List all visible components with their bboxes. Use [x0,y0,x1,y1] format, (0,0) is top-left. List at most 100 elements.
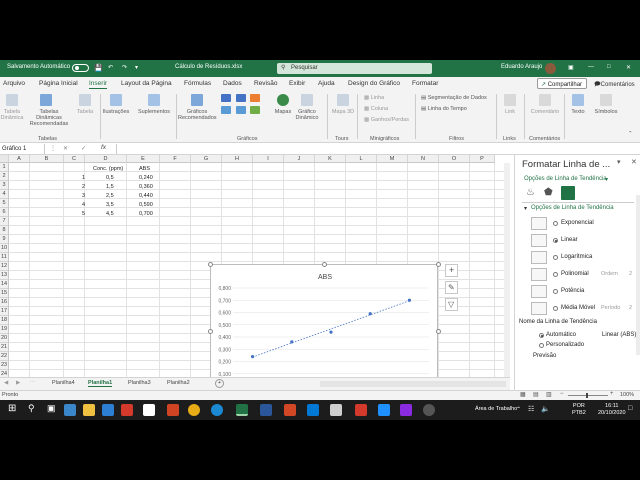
scatter-chart-icon[interactable] [250,106,260,114]
pane-options-icon[interactable]: ▾ [617,158,621,166]
options-icon[interactable]: ⋮ [50,145,56,152]
period-value[interactable]: 2 [629,305,632,311]
recommended-charts-icon[interactable] [191,94,203,106]
option-logarithmic[interactable]: Logarítmica [561,254,592,260]
cell-abs[interactable]: 0,700 [139,211,153,217]
addins-button[interactable]: Suplementos [136,109,172,115]
recommended-charts-button[interactable]: Gráficos Recomendados [178,109,217,121]
trendline-linear[interactable] [252,300,410,358]
zoom-in-icon[interactable]: + [610,391,614,397]
column-header-J[interactable]: J [284,155,315,163]
column-header-F[interactable]: F [160,155,191,163]
autosave-toggle[interactable] [72,64,89,72]
3d-map-icon[interactable] [337,94,349,106]
add-sheet-icon[interactable]: + [215,379,224,388]
radio-automatic[interactable] [539,333,544,338]
column-header-D[interactable]: D [85,155,127,163]
column-header-I[interactable]: I [253,155,284,163]
file-explorer-icon[interactable] [83,404,95,416]
hierarchy-chart-icon[interactable] [236,94,246,102]
column-header-B[interactable]: B [30,155,64,163]
data-point[interactable] [251,355,255,359]
sheet-scroll-right-icon[interactable]: ▶ [16,380,20,386]
windows-start-icon[interactable]: ⊞ [8,403,16,414]
powerpoint-icon[interactable] [284,404,296,416]
column-header-C[interactable]: C [64,155,85,163]
resize-handle[interactable] [208,329,213,334]
cell-abs-header[interactable]: ABS [139,166,150,172]
row-header-9[interactable]: 9 [0,235,9,244]
pie-chart-icon[interactable] [250,94,260,102]
outlook-icon[interactable] [307,404,319,416]
sparkline-winloss-button[interactable]: ▩ Ganhos/Perdas [364,117,409,123]
row-header-2[interactable]: 2 [0,172,9,181]
radio-linear[interactable] [553,238,558,243]
save-icon[interactable]: 💾 [94,64,103,72]
chart-trendline[interactable] [252,300,410,358]
network-icon[interactable]: ☷ [528,405,534,413]
row-header-18[interactable]: 18 [0,316,9,325]
column-header-L[interactable]: L [346,155,377,163]
column-chart-icon[interactable] [221,94,231,102]
acrobat-icon[interactable] [355,404,367,416]
volume-icon[interactable]: 🔈 [541,405,550,413]
column-header-K[interactable]: K [315,155,346,163]
effects-icon[interactable]: ⬟ [544,187,553,198]
column-header-M[interactable]: M [377,155,408,163]
avatar[interactable] [545,63,556,74]
pane-subtitle[interactable]: Opções de Linha de Tendência [524,176,607,182]
option-automatic[interactable]: Automático [546,332,576,338]
chart-filters-button[interactable]: ▽ [445,298,458,311]
tab-inserir[interactable]: Inserir [89,80,108,89]
comment-button[interactable]: Comentário [528,109,562,115]
word-icon[interactable] [260,404,272,416]
fx-button[interactable]: fx [101,144,106,151]
tab-ajuda[interactable]: Ajuda [318,80,335,87]
radio-power[interactable] [553,289,558,294]
enter-icon[interactable]: ✓ [81,145,86,152]
resize-handle[interactable] [436,329,441,334]
cell-conc-header[interactable]: Conc. (ppm) [93,166,123,172]
symbols-icon[interactable] [600,94,612,106]
column-header-N[interactable]: N [408,155,439,163]
row-header-7[interactable]: 7 [0,217,9,226]
app-icon[interactable] [143,404,155,416]
addins-icon[interactable] [148,94,160,106]
search-input[interactable]: Pesquisar [291,65,318,71]
cell-index[interactable]: 1 [82,175,85,181]
section-collapse-icon[interactable]: ▾ [524,205,527,212]
symbols-button[interactable]: Símbolos [592,109,620,115]
tab-dados[interactable]: Dados [223,80,242,87]
statistic-chart-icon[interactable] [236,106,246,114]
select-all-corner[interactable] [0,155,9,163]
data-point[interactable] [407,298,411,302]
cell-conc[interactable]: 3,5 [106,202,114,208]
recommended-pivot-button[interactable]: Tabelas Dinâmicas Recomendadas [26,109,72,127]
sheet-tab-planilha3[interactable]: Planilha3 [128,380,151,386]
text-button[interactable]: Texto [567,109,589,115]
table-icon[interactable] [79,94,91,106]
chrome-icon[interactable] [188,404,200,416]
page-break-icon[interactable]: ▥ [546,391,552,398]
illustrations-icon[interactable] [110,94,122,106]
cell-index[interactable]: 5 [82,211,85,217]
row-header-22[interactable]: 22 [0,352,9,361]
column-header-P[interactable]: P [470,155,495,163]
mail-icon[interactable] [102,404,114,416]
zoom-out-icon[interactable]: − [560,391,564,397]
pane-close-icon[interactable]: ✕ [631,158,637,166]
row-header-10[interactable]: 10 [0,244,9,253]
row-header-12[interactable]: 12 [0,262,9,271]
resize-handle[interactable] [322,262,327,267]
zoom-level[interactable]: 100% [620,392,634,398]
row-header-13[interactable]: 13 [0,271,9,280]
pivot-chart-button[interactable]: Gráfico Dinâmico [290,109,324,121]
column-header-G[interactable]: G [191,155,222,163]
cell-abs[interactable]: 0,440 [139,193,153,199]
radio-custom[interactable] [539,343,544,348]
column-header-E[interactable]: E [127,155,160,163]
trendline-options-icon[interactable] [561,186,575,200]
row-header-15[interactable]: 15 [0,289,9,298]
tab-revisao[interactable]: Revisão [254,80,277,87]
maximize-icon[interactable]: □ [607,64,611,70]
